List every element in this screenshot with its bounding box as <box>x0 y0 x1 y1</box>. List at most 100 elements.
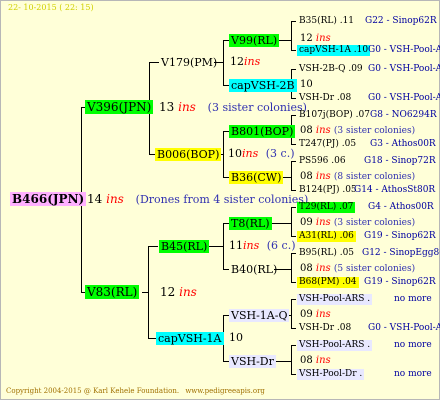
g3-e-ins: ins <box>315 217 331 228</box>
g3-e-queen[interactable]: T8(RL) <box>229 217 272 230</box>
g1-upper-note: (3 sister colonies) <box>207 101 307 114</box>
g1-upper-ins: ins <box>178 100 196 114</box>
g4-link-4[interactable]: G0 - VSH-Pool-AR <box>368 94 440 103</box>
g4-queen-10[interactable]: A31(RL) .06 <box>297 231 356 242</box>
root-count: 14 <box>87 192 103 206</box>
g3-d-info: 08 ins (8 sister colonies) <box>300 172 415 182</box>
g4-queen-9[interactable]: T29(RL) .07 <box>297 202 356 213</box>
connector <box>223 40 224 86</box>
g4-link-9[interactable]: G4 - Athos00R <box>368 203 434 212</box>
g2-c-count: 11 <box>229 239 243 252</box>
g3-c-ins: ins <box>315 125 331 136</box>
connector <box>291 115 296 116</box>
g4-link-15[interactable]: no more <box>394 341 432 350</box>
g4-queen-5[interactable]: B107j(BOP) .07 <box>297 110 372 121</box>
g4-queen-1[interactable]: B35(RL) .11 <box>297 16 356 27</box>
g4-queen-16[interactable]: VSH-Pool-Dr . <box>297 369 365 380</box>
g1-lower-count: 12 <box>160 285 176 299</box>
g3-g-ins: ins <box>315 309 331 320</box>
g2-d-count: 10 <box>229 331 243 344</box>
g4-queen-2[interactable]: capVSH-1A .10 <box>297 45 371 56</box>
connector <box>291 253 296 254</box>
g4-link-1[interactable]: G22 - Sinop62R <box>365 17 437 26</box>
g4-link-5[interactable]: G8 - NO6294R <box>370 111 437 120</box>
g4-queen-6[interactable]: T247(PJ) .05 <box>297 139 358 150</box>
g3-g-info: 09 ins <box>300 310 331 320</box>
connector <box>148 246 158 247</box>
root-note: (Drones from 4 sister colonies) <box>135 193 309 206</box>
footer-url[interactable]: www.pedigreeapis.org <box>185 387 265 395</box>
connector <box>291 207 292 237</box>
g3-c-count: 08 <box>300 125 313 136</box>
g1-upper-count: 13 <box>159 100 175 114</box>
g4-link-13[interactable]: no more <box>394 295 432 304</box>
g4-link-16[interactable]: no more <box>394 370 432 379</box>
g4-queen-12[interactable]: B68(PM) .04 <box>297 277 359 288</box>
g3-d-note: (8 sister colonies) <box>333 172 416 182</box>
connector <box>277 40 292 41</box>
g2-d-queen[interactable]: capVSH-1A <box>156 332 224 345</box>
g3-h-queen[interactable]: VSH-Dr <box>229 355 276 368</box>
connector <box>270 223 292 224</box>
g4-link-2[interactable]: G0 - VSH-Pool-AR <box>368 46 440 55</box>
g2-c-queen[interactable]: B45(RL) <box>159 240 210 253</box>
g4-queen-13[interactable]: VSH-Pool-ARS . <box>297 294 373 305</box>
g3-d-queen[interactable]: B36(CW) <box>229 171 284 184</box>
connector <box>291 144 296 145</box>
root-queen[interactable]: B466(JPN) <box>10 192 87 206</box>
g4-queen-15[interactable]: VSH-Pool-ARS . <box>297 340 373 351</box>
g3-b-queen[interactable]: capVSH-2B <box>229 79 297 92</box>
g2-c-ins: ins <box>243 239 260 252</box>
connector <box>291 328 296 329</box>
g4-queen-7[interactable]: PS596 .06 <box>297 156 348 167</box>
g4-link-11[interactable]: G12 - SinopEgg86R <box>362 249 440 258</box>
connector <box>291 69 296 70</box>
g2-c-note: (6 c.) <box>266 239 296 252</box>
g2-a-queen[interactable]: V179(PM) <box>159 56 219 69</box>
g1-lower-queen[interactable]: V83(RL) <box>85 285 140 299</box>
connector <box>148 338 156 339</box>
root-info: 14 ins (Drones from 4 sister colonies) <box>87 193 308 205</box>
g3-c-note: (3 sister colonies) <box>333 126 416 136</box>
g4-link-12[interactable]: G19 - Sinop62R <box>364 278 436 287</box>
connector <box>291 282 296 283</box>
g4-queen-3[interactable]: VSH-2B-Q .09 <box>297 64 365 75</box>
g1-lower-info: 12 ins <box>160 286 197 298</box>
g4-queen-14[interactable]: VSH-Dr .08 <box>297 323 353 334</box>
connector <box>148 246 149 339</box>
g4-link-8[interactable]: G14 - AthosSt80R <box>354 186 435 195</box>
g3-b-info: 10 <box>300 80 313 90</box>
g2-a-info: 12ins <box>230 56 260 67</box>
g4-link-6[interactable]: G3 - Athos00R <box>370 140 436 149</box>
g4-link-10[interactable]: G19 - Sinop62R <box>364 232 436 241</box>
g3-d-ins: ins <box>315 171 331 182</box>
g4-queen-8[interactable]: B124(PJ) .05 <box>297 185 359 196</box>
connector <box>223 131 224 178</box>
connector <box>291 161 292 191</box>
g3-f-queen[interactable]: B40(RL) <box>229 263 279 276</box>
g3-f-count: 08 <box>300 263 313 274</box>
g4-queen-11[interactable]: B95(RL) .05 <box>297 248 356 259</box>
g4-link-3[interactable]: G0 - VSH-Pool-AR <box>368 65 440 74</box>
timestamp: 22- 10-2015 ( 22: 15) <box>8 3 94 12</box>
g2-a-count: 12 <box>230 55 244 68</box>
g4-link-14[interactable]: G0 - VSH-Pool-AR <box>368 324 440 333</box>
g3-c-queen[interactable]: B801(BOP) <box>229 125 296 138</box>
root-ins: ins <box>106 192 124 206</box>
g1-upper-queen[interactable]: V396(JPN) <box>85 100 154 114</box>
g3-h-info: 08 ins <box>300 356 331 366</box>
g4-link-7[interactable]: G18 - Sinop72R <box>364 157 436 166</box>
g3-a-info: 12 ins <box>300 34 331 44</box>
connector <box>291 236 296 237</box>
g3-a-queen[interactable]: V99(RL) <box>229 34 280 47</box>
g3-g-queen[interactable]: VSH-1A-Q <box>229 309 290 322</box>
connector <box>291 21 296 22</box>
g3-e-info: 09 ins (3 sister colonies) <box>300 218 415 228</box>
g2-b-ins: ins <box>242 147 259 160</box>
g3-e-note: (3 sister colonies) <box>333 218 416 228</box>
copyright-text: Copyright 2004-2015 @ Karl Kehele Founda… <box>6 387 180 395</box>
g2-b-queen[interactable]: B006(BOP) <box>155 148 222 161</box>
g4-queen-4[interactable]: VSH-Dr .08 <box>297 93 353 104</box>
connector <box>223 223 224 270</box>
g3-b-count: 10 <box>300 79 313 90</box>
